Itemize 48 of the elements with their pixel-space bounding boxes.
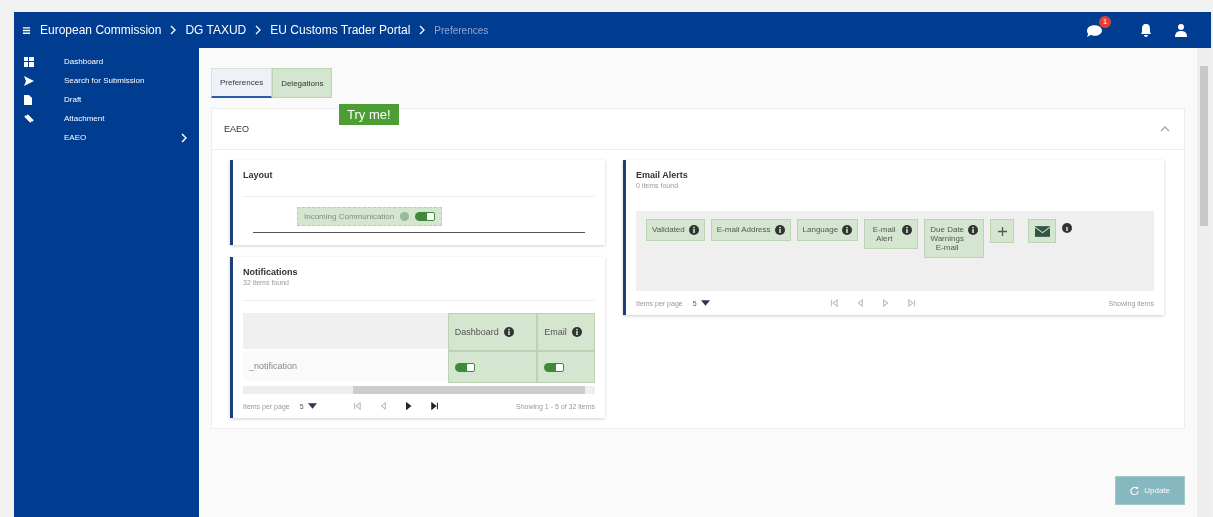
breadcrumb-link[interactable]: Preferences [434,24,489,36]
card-title: Layout [243,170,274,180]
table-cell: _notification [243,351,448,381]
pager-nav-icon[interactable] [404,402,413,410]
file-icon [24,94,32,105]
column-header[interactable]: Language [796,219,859,241]
menu-icon[interactable] [22,25,31,35]
sidebar-item[interactable]: EAEO [14,128,199,147]
bell-icon[interactable] [1140,23,1152,37]
plus-icon [997,226,1007,236]
breadcrumb-separator-icon [419,25,426,35]
user-icon[interactable] [1175,23,1187,37]
toggle-switch[interactable] [415,212,436,221]
tab[interactable]: Preferences [211,68,273,98]
toggle-switch[interactable] [544,362,565,372]
pager-nav-icon[interactable] [430,402,439,410]
breadcrumb-separator-icon [170,25,177,35]
breadcrumb-link[interactable]: EU Customs Trader Portal [270,23,411,37]
envelope-icon [1034,225,1050,237]
column-header[interactable]: Due Date Warnings E-mail [924,219,985,258]
tab[interactable]: Delegations [272,68,333,98]
notification-badge: 1 [1099,15,1111,28]
sidebar-item[interactable]: Attachment [14,109,199,128]
section-title: EAEO [224,124,249,134]
column-header[interactable]: E-mail Address [710,219,791,241]
send-icon [24,75,34,86]
sidebar-item[interactable]: Draft [14,90,199,109]
sidebar-item[interactable]: Search for Submission [14,71,199,90]
column-header[interactable]: Validated [646,219,705,241]
sidebar-item[interactable]: Dashboard [14,52,199,71]
vertical-scrollbar[interactable] [1197,48,1211,517]
add-button[interactable] [990,219,1015,243]
grid-icon [24,56,34,67]
column-header[interactable]: Email [537,313,595,351]
tour-tooltip: Try me! [339,104,399,125]
refresh-icon [1130,486,1140,495]
breadcrumb-separator-icon [255,25,262,35]
paperclip-icon [24,113,34,124]
column-header[interactable]: E-mail Alert [864,219,919,249]
chat-icon[interactable] [1086,22,1103,38]
column-header[interactable]: Dashboard [447,313,538,351]
breadcrumb-link[interactable]: European Commission [40,23,162,37]
breadcrumb-link[interactable]: DG TAXUD [185,23,247,37]
card-title: Email Alerts [636,170,689,180]
toggle-switch[interactable] [454,362,475,372]
card-title: Notifications [243,267,299,277]
horizontal-scrollbar[interactable] [243,386,595,394]
mail-button[interactable] [1028,219,1057,243]
